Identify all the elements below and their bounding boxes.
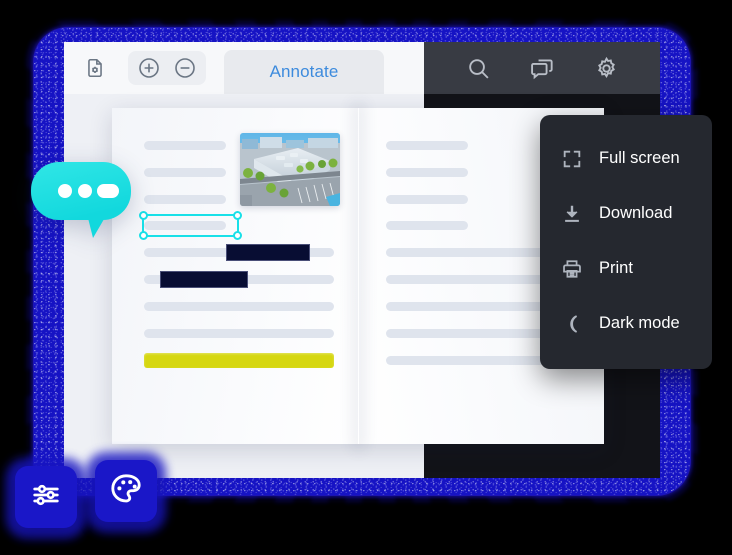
- selection-box[interactable]: [139, 211, 242, 240]
- fullscreen-icon: [560, 147, 584, 171]
- menu-item-dark-mode[interactable]: Dark mode: [540, 296, 712, 351]
- toolbar: Annotate: [64, 42, 660, 94]
- text-line: [386, 168, 468, 177]
- menu-item-download[interactable]: Download: [540, 186, 712, 241]
- moon-icon: [560, 312, 584, 336]
- tab-annotate[interactable]: Annotate: [224, 50, 384, 94]
- document-spread[interactable]: [112, 108, 604, 444]
- palette-icon: [108, 471, 144, 512]
- menu-item-label: Full screen: [599, 149, 680, 167]
- chat-bubble-icon[interactable]: [31, 162, 137, 240]
- selection-handle-bottom-right[interactable]: [233, 231, 242, 240]
- document-page-left[interactable]: [112, 108, 358, 444]
- menu-item-label: Dark mode: [599, 314, 680, 332]
- selection-handle-top-left[interactable]: [139, 211, 148, 220]
- menu-item-full-screen[interactable]: Full screen: [540, 131, 712, 186]
- text-line: [144, 168, 226, 177]
- text-line: [144, 302, 334, 311]
- zoom-in-icon[interactable]: [136, 55, 162, 81]
- zoom-controls: [128, 51, 206, 85]
- composition-stage: Annotate Full screen Download Print Dark…: [0, 0, 732, 555]
- text-line: [386, 141, 468, 150]
- print-icon: [560, 257, 584, 281]
- text-line: [144, 195, 226, 204]
- text-line: [144, 329, 334, 338]
- toolbar-right-actions: [424, 42, 660, 94]
- text-line: [386, 195, 468, 204]
- gear-icon[interactable]: [591, 53, 621, 83]
- highlight-annotation[interactable]: [144, 353, 334, 368]
- text-line: [144, 141, 226, 150]
- document-gear-icon[interactable]: [80, 53, 110, 83]
- search-icon[interactable]: [463, 53, 493, 83]
- download-icon: [560, 202, 584, 226]
- selection-handle-bottom-left[interactable]: [139, 231, 148, 240]
- theme-palette-button[interactable]: [95, 460, 157, 522]
- selection-handle-top-right[interactable]: [233, 211, 242, 220]
- redaction-bar[interactable]: [226, 244, 310, 261]
- comments-icon[interactable]: [527, 53, 557, 83]
- adjustments-button[interactable]: [15, 466, 77, 528]
- menu-item-label: Print: [599, 259, 633, 277]
- menu-item-label: Download: [599, 204, 673, 222]
- options-dropdown-menu: Full screen Download Print Dark mode: [540, 115, 712, 369]
- menu-item-print[interactable]: Print: [540, 241, 712, 296]
- redaction-bar[interactable]: [160, 271, 248, 288]
- sliders-icon: [30, 479, 62, 516]
- zoom-out-icon[interactable]: [172, 55, 198, 81]
- document-photo: [240, 133, 340, 206]
- text-line: [386, 221, 468, 230]
